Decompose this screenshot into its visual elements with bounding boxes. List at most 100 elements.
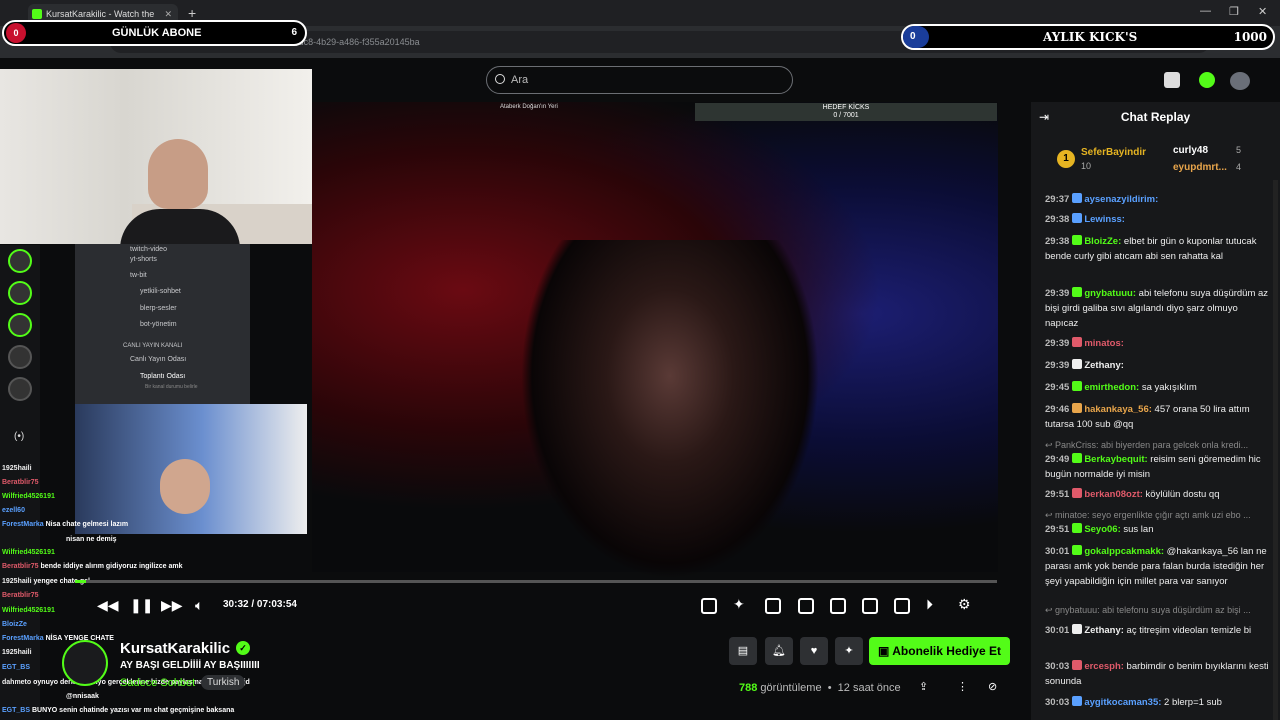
chat-badge-icon xyxy=(1072,403,1083,413)
chat-badge-icon xyxy=(1072,453,1083,463)
notification-bell-button[interactable]: 🔔︎ xyxy=(765,637,793,665)
chat-username[interactable]: BloizZe: xyxy=(1084,236,1121,247)
rewind-icon[interactable]: ◀◀ xyxy=(97,597,119,614)
theater-icon[interactable] xyxy=(830,598,846,614)
hide-icon[interactable]: ⊘ xyxy=(988,680,997,693)
monthly-kicks-goal: 1000 xyxy=(1233,30,1267,44)
chat-username[interactable]: Zethany: xyxy=(1084,625,1124,636)
close-window-icon[interactable]: ✕ xyxy=(1258,5,1267,18)
vod-icon[interactable] xyxy=(1164,72,1180,88)
followed-channel-avatar[interactable] xyxy=(8,345,32,369)
picture-in-picture-icon[interactable] xyxy=(798,598,814,614)
user-avatar[interactable] xyxy=(1230,72,1250,90)
new-tab-icon[interactable]: + xyxy=(188,5,196,21)
overlay-chat-line: Beratblir75 xyxy=(2,592,39,599)
kicks-goal-value: 0 / 7001 xyxy=(833,112,859,119)
collapse-chat-icon[interactable]: ⇥ xyxy=(1039,110,1049,124)
overlay-chat-line: @nnisaak xyxy=(66,693,99,700)
language-tag[interactable]: Turkish xyxy=(201,675,246,690)
discord-channel: twitch-video xyxy=(130,246,167,253)
clips-button[interactable]: ▤ xyxy=(729,637,757,665)
chat-username[interactable]: hakankaya_56: xyxy=(1084,404,1152,415)
fullscreen-icon[interactable] xyxy=(894,598,910,614)
chat-badge-icon xyxy=(1072,488,1083,498)
gift-subscription-button[interactable]: ▣ Abonelik Hediye Et xyxy=(869,637,1010,665)
maximize-icon[interactable]: ❐ xyxy=(1229,5,1239,18)
chat-username[interactable]: aysenazyildirim: xyxy=(1084,194,1158,205)
settings-gear-icon[interactable]: ⚙ xyxy=(958,596,971,613)
video-progress-bar[interactable] xyxy=(75,580,997,583)
time-separator: / xyxy=(251,599,255,610)
chat-message: 29:49 Berkaybequit: reisim seni göremedim… xyxy=(1045,452,1270,482)
overlay-chat-user: Beratblir75 xyxy=(2,563,41,570)
followed-channel-avatar[interactable] xyxy=(8,313,32,337)
forward-icon[interactable]: ▶▶ xyxy=(161,597,183,614)
clip-icon[interactable] xyxy=(701,598,717,614)
chat-reply-preview: ↩ minatoe: seyo ergenlikte çığır açtı am… xyxy=(1045,510,1251,520)
top-gifter-name[interactable]: SeferBayindir xyxy=(1081,147,1146,158)
chat-badge-icon xyxy=(1072,381,1083,391)
chat-badge-icon xyxy=(1072,624,1083,634)
pause-icon[interactable]: ❚❚ xyxy=(130,597,153,614)
gifter-name[interactable]: eyupdmrt... xyxy=(1173,162,1227,173)
chat-badge-icon xyxy=(1072,359,1083,369)
chat-username[interactable]: berkan08ozt: xyxy=(1084,489,1143,500)
streamer-avatar[interactable] xyxy=(62,640,108,686)
chat-username[interactable]: ercesph: xyxy=(1084,661,1124,672)
overlay-chat-user: ForestMarka xyxy=(2,521,46,528)
share-icon[interactable]: ⇪ xyxy=(919,680,928,693)
speed-icon[interactable]: ⏵ xyxy=(926,596,933,613)
overlay-chat-line: Beratblir75 xyxy=(2,479,39,486)
discord-channel: Canlı Yayın Odası xyxy=(130,356,187,363)
chat-timestamp: 29:37 xyxy=(1045,194,1070,205)
overlay-chat-user: Wilfried4526191 xyxy=(2,493,55,500)
sparkle-button[interactable]: ✦ xyxy=(835,637,863,665)
followed-channel-avatar[interactable] xyxy=(8,377,32,401)
chat-username[interactable]: gnybatuuu: xyxy=(1084,288,1136,299)
search-input[interactable]: Ara xyxy=(486,66,793,94)
streamer-name[interactable]: KursatKarakilic xyxy=(120,640,230,657)
followed-channel-avatar[interactable] xyxy=(8,281,32,305)
live-icon[interactable]: (•) xyxy=(14,431,24,442)
chat-badge-icon xyxy=(1072,235,1083,245)
overlay-chat-user: Wilfried4526191 xyxy=(2,607,55,614)
stats-icon[interactable] xyxy=(765,598,781,614)
gifter-count: 4 xyxy=(1236,162,1242,172)
chat-message: 30:03 ercesph: barbimdir o benim bıyıklar… xyxy=(1045,659,1270,689)
overlay-chat-line: EGT_BS xyxy=(2,664,30,671)
overlay-chat-text: bende iddiye alırım gidiyoruz ingilizce … xyxy=(40,563,183,570)
chat-username[interactable]: emirthedon: xyxy=(1084,382,1139,393)
overlay-chat-line: EGT_BS BUNYO senin chatinde yazısı var m… xyxy=(2,707,234,714)
chat-username[interactable]: Berkaybequit: xyxy=(1084,454,1147,465)
chat-username[interactable]: Zethany: xyxy=(1084,360,1124,371)
follow-heart-button[interactable]: ♥ xyxy=(800,637,828,665)
chat-message: 29:38 BloizZe: elbet bir gün o kuponlar t… xyxy=(1045,234,1270,264)
overlay-chat-line: Wilfried4526191 xyxy=(2,549,55,556)
more-options-icon[interactable]: ⋮ xyxy=(957,680,968,693)
gifter-name[interactable]: curly48 xyxy=(1173,145,1208,156)
chat-text: köylülün dostu qq xyxy=(1142,489,1220,500)
chat-message: 29:46 hakankaya_56: 457 orana 50 lira att… xyxy=(1045,402,1270,432)
overlay-chat-user: BloizZe xyxy=(2,621,27,628)
discord-channel: tw-bit xyxy=(130,272,147,279)
followed-channel-avatar[interactable] xyxy=(8,249,32,273)
chat-username[interactable]: aygitkocaman35: xyxy=(1084,697,1161,708)
chat-timestamp: 29:49 xyxy=(1045,454,1070,465)
chat-username[interactable]: Seyo06: xyxy=(1084,524,1120,535)
chat-username[interactable]: Lewinss: xyxy=(1084,214,1125,225)
streamer-video-figure xyxy=(520,240,820,580)
chat-badge-icon xyxy=(1072,696,1083,706)
kick-logo-icon[interactable] xyxy=(1199,72,1215,88)
minimize-icon[interactable]: — xyxy=(1200,5,1211,17)
chat-timestamp: 29:38 xyxy=(1045,214,1070,225)
chat-username[interactable]: minatos: xyxy=(1084,338,1124,349)
volume-icon[interactable]: 🔈︎ xyxy=(195,597,203,614)
sparkle-icon[interactable]: ✦ xyxy=(733,596,745,613)
mini-player-icon[interactable] xyxy=(862,598,878,614)
chat-scrollbar[interactable] xyxy=(1273,180,1278,720)
chat-badge-icon xyxy=(1072,523,1083,533)
stream-category[interactable]: Sadece Sohbet xyxy=(120,677,195,689)
overlay-chat-line: 1925haili xyxy=(2,649,32,656)
overlay-chat-line: Beratblir75 bende iddiye alırım gidiyoru… xyxy=(2,563,183,570)
chat-username[interactable]: gokalppcakmakk: xyxy=(1084,546,1164,557)
